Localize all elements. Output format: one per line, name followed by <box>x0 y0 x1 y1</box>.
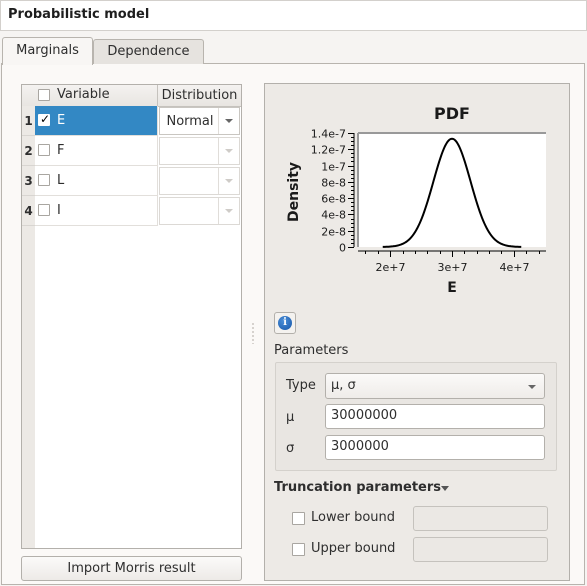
chevron-down-icon[interactable] <box>218 198 239 224</box>
row-index: 1 <box>22 106 35 136</box>
chevron-down-icon[interactable] <box>218 168 239 194</box>
table-row[interactable]: 2 F <box>22 136 241 166</box>
variable-checkbox[interactable]: ✓ <box>38 112 51 126</box>
row-index: 3 <box>22 166 35 196</box>
table-header: Variable Distribution <box>22 85 241 107</box>
y-tick-label: 2e-8 <box>321 226 346 239</box>
sigma-input[interactable] <box>326 436 541 457</box>
x-tick-label: 4e+7 <box>500 261 530 274</box>
x-axis-label: E <box>447 280 457 296</box>
column-label-variable: Variable <box>57 87 110 102</box>
import-morris-button[interactable]: Import Morris result <box>21 556 242 581</box>
variable-name: L <box>57 173 65 188</box>
variable-checkbox[interactable] <box>38 174 50 186</box>
variable-name: I <box>57 203 61 218</box>
info-icon: i <box>278 316 292 330</box>
parameter-type-value: μ, σ <box>331 378 356 393</box>
lower-bound-checkbox[interactable] <box>292 512 305 525</box>
type-label: Type <box>286 378 316 393</box>
distribution-value: Normal <box>166 114 214 129</box>
checkmark-icon: ✓ <box>40 112 51 126</box>
marginals-table[interactable]: Variable Distribution 1 ✓ E Normal 2 F 3… <box>21 84 242 549</box>
row-index: 2 <box>22 136 35 166</box>
info-button[interactable]: i <box>274 312 296 334</box>
upper-bound-label: Upper bound <box>311 541 396 556</box>
variable-cell[interactable]: F <box>35 136 158 166</box>
x-tick-label: 2e+7 <box>376 261 406 274</box>
y-tick-label: 1.4e-7 <box>311 128 346 141</box>
y-tick-label: 1e-7 <box>321 161 346 174</box>
parameters-label: Parameters <box>274 343 349 358</box>
column-header-variable[interactable]: Variable <box>35 85 158 106</box>
tab-dependence[interactable]: Dependence <box>93 39 204 64</box>
caret-down-icon[interactable] <box>441 486 449 491</box>
upper-bound-input[interactable] <box>413 537 548 562</box>
lower-bound-input[interactable] <box>413 506 548 531</box>
distribution-select[interactable]: Normal <box>159 107 240 135</box>
x-axis: 2e+7 3e+7 4e+7 <box>358 250 546 274</box>
distribution-select[interactable] <box>159 137 240 165</box>
row-index: 4 <box>22 196 35 226</box>
splitter-handle[interactable] <box>252 322 254 344</box>
window-titlebar: Probabilistic model <box>0 0 587 31</box>
select-all-checkbox[interactable] <box>38 89 50 101</box>
tab-marginals[interactable]: Marginals <box>2 37 93 65</box>
y-axis-label: Density <box>286 162 302 222</box>
table-row[interactable]: 3 L <box>22 166 241 196</box>
upper-bound-checkbox[interactable] <box>292 543 305 556</box>
mu-input[interactable] <box>326 405 541 426</box>
sigma-label: σ <box>286 441 295 456</box>
plot-area <box>358 133 546 247</box>
parameter-type-select[interactable]: μ, σ <box>325 373 545 399</box>
lower-bound-label: Lower bound <box>311 510 396 525</box>
distribution-select[interactable] <box>159 167 240 195</box>
sigma-field-wrap[interactable] <box>325 435 545 460</box>
y-tick-label: 8e-8 <box>321 177 346 190</box>
y-tick-label: 6e-8 <box>321 193 346 206</box>
chevron-down-icon <box>528 385 536 389</box>
table-row[interactable]: 1 ✓ E Normal <box>22 106 241 136</box>
variable-cell[interactable]: L <box>35 166 158 196</box>
table-row[interactable]: 4 I <box>22 196 241 226</box>
mu-field-wrap[interactable] <box>325 404 545 429</box>
y-tick-label: 1.2e-7 <box>311 144 346 157</box>
variable-checkbox[interactable] <box>38 144 50 156</box>
y-tick-label: 0 <box>339 242 346 255</box>
pdf-chart: PDF Density E 0 2e-8 4e-8 6e-8 8e-8 1e-7 1.2e-… <box>286 104 546 296</box>
y-tick-label: 4e-8 <box>321 209 346 222</box>
mu-label: μ <box>286 410 295 425</box>
truncation-parameters-toggle[interactable]: Truncation parameters <box>274 480 441 495</box>
variable-name: E <box>57 113 66 128</box>
variable-cell[interactable]: I <box>35 196 158 226</box>
x-tick-label: 3e+7 <box>438 261 468 274</box>
chevron-down-icon[interactable] <box>218 138 239 164</box>
chart-title: PDF <box>434 104 470 123</box>
window-title: Probabilistic model <box>8 7 150 22</box>
variable-cell[interactable]: ✓ E <box>35 106 158 136</box>
variable-checkbox[interactable] <box>38 204 50 216</box>
chevron-down-icon[interactable] <box>218 108 239 134</box>
distribution-select[interactable] <box>159 197 240 225</box>
variable-name: F <box>57 143 65 158</box>
y-axis: 0 2e-8 4e-8 6e-8 8e-8 1e-7 1.2e-7 1.4e-7 <box>311 128 355 255</box>
column-header-distribution[interactable]: Distribution <box>158 85 241 106</box>
